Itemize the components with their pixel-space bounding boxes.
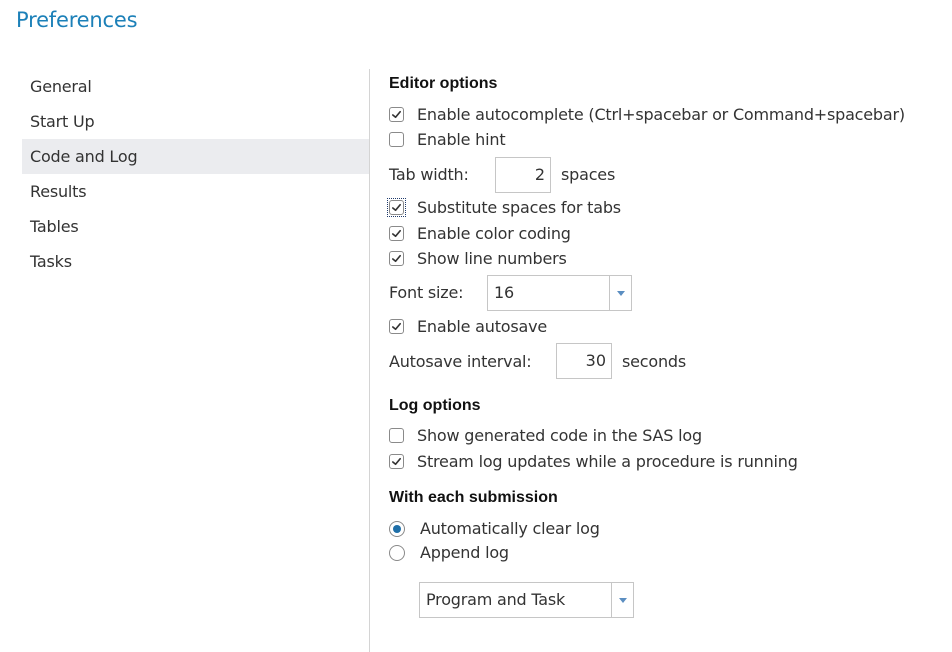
- checkmark-icon: [392, 322, 401, 331]
- submission-scope-select[interactable]: Program and Task: [419, 582, 634, 618]
- checkmark-icon: [392, 229, 401, 238]
- stream-log-option[interactable]: Stream log updates while a procedure is …: [389, 452, 798, 471]
- substitute-spaces-label: Substitute spaces for tabs: [417, 198, 621, 217]
- tab-width-unit: spaces: [561, 165, 616, 184]
- chevron-down-icon: [618, 597, 627, 603]
- nav-item-general[interactable]: General: [22, 69, 369, 104]
- stream-log-label: Stream log updates while a procedure is …: [417, 452, 798, 471]
- color-coding-label: Enable color coding: [417, 224, 571, 243]
- autosave-label: Enable autosave: [417, 317, 548, 336]
- page-title: Preferences: [16, 8, 138, 32]
- tab-width-label: Tab width:: [389, 165, 469, 184]
- autosave-option[interactable]: Enable autosave: [389, 317, 547, 336]
- autocomplete-checkbox[interactable]: [389, 107, 404, 122]
- auto-clear-log-label: Automatically clear log: [420, 519, 600, 538]
- font-size-label: Font size:: [389, 283, 464, 302]
- autocomplete-label: Enable autocomplete (Ctrl+spacebar or Co…: [417, 105, 905, 124]
- tab-width-input[interactable]: 2: [495, 157, 551, 193]
- submission-scope-value: Program and Task: [426, 590, 566, 609]
- append-log-radio[interactable]: [389, 544, 405, 561]
- stream-log-checkbox[interactable]: [389, 454, 404, 469]
- checkmark-icon: [392, 457, 401, 466]
- nav-item-start-up[interactable]: Start Up: [22, 104, 369, 139]
- hint-label: Enable hint: [417, 130, 506, 149]
- submission-heading: With each submission: [389, 489, 558, 506]
- line-numbers-option[interactable]: Show line numbers: [389, 249, 567, 268]
- editor-options-heading: Editor options: [389, 75, 498, 92]
- autosave-interval-input[interactable]: 30: [556, 343, 612, 379]
- checkmark-icon: [392, 254, 401, 263]
- color-coding-checkbox[interactable]: [389, 226, 404, 241]
- nav-item-tables[interactable]: Tables: [22, 209, 369, 244]
- nav-item-results[interactable]: Results: [22, 174, 369, 209]
- auto-clear-log-radio[interactable]: [389, 520, 405, 537]
- preferences-nav: General Start Up Code and Log Results Ta…: [22, 69, 369, 279]
- chevron-down-icon: [616, 290, 625, 296]
- substitute-spaces-option[interactable]: Substitute spaces for tabs: [387, 198, 621, 217]
- show-generated-code-option[interactable]: Show generated code in the SAS log: [389, 426, 702, 445]
- show-generated-code-checkbox[interactable]: [389, 428, 404, 443]
- submission-scope-dropdown-button[interactable]: [611, 583, 633, 617]
- color-coding-option[interactable]: Enable color coding: [389, 224, 571, 243]
- append-log-option[interactable]: Append log: [389, 543, 509, 562]
- autocomplete-option[interactable]: Enable autocomplete (Ctrl+spacebar or Co…: [389, 105, 905, 124]
- nav-item-code-and-log[interactable]: Code and Log: [22, 139, 369, 174]
- autosave-interval-label: Autosave interval:: [389, 352, 532, 371]
- log-options-heading: Log options: [389, 397, 481, 414]
- checkmark-icon: [392, 203, 401, 212]
- line-numbers-checkbox[interactable]: [389, 251, 404, 266]
- autosave-checkbox[interactable]: [389, 319, 404, 334]
- autosave-interval-unit: seconds: [622, 352, 686, 371]
- checkmark-icon: [392, 110, 401, 119]
- hint-checkbox[interactable]: [389, 132, 404, 147]
- font-size-select[interactable]: 16: [487, 275, 632, 311]
- hint-option[interactable]: Enable hint: [389, 130, 506, 149]
- nav-item-tasks[interactable]: Tasks: [22, 244, 369, 279]
- focus-ring: [387, 198, 417, 217]
- auto-clear-log-option[interactable]: Automatically clear log: [389, 519, 600, 538]
- font-size-value: 16: [494, 283, 514, 302]
- radio-selected-dot: [393, 524, 401, 533]
- substitute-spaces-checkbox[interactable]: [389, 200, 404, 215]
- append-log-label: Append log: [420, 543, 509, 562]
- font-size-dropdown-button[interactable]: [609, 276, 631, 310]
- line-numbers-label: Show line numbers: [417, 249, 567, 268]
- vertical-divider: [369, 69, 370, 652]
- show-generated-code-label: Show generated code in the SAS log: [417, 426, 702, 445]
